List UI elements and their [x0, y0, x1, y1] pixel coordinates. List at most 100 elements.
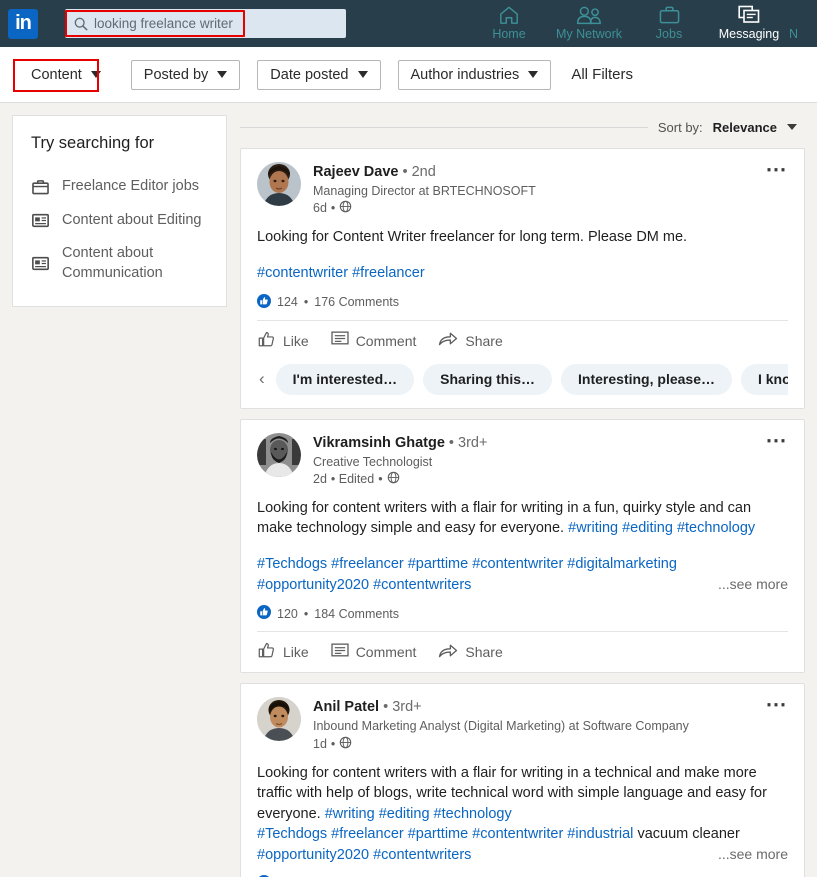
nav-item-messaging[interactable]: Messaging: [709, 3, 789, 41]
post-options-button[interactable]: ⋯: [766, 695, 789, 715]
counts-separator: •: [303, 295, 309, 310]
sort-row: Sort by: Relevance: [240, 115, 805, 139]
reply-suggestions: ‹ I'm interested… Sharing this… Interesting…: [257, 361, 788, 408]
sidebar-item-content-about-communication[interactable]: Content about Communication: [13, 237, 226, 290]
search-container: looking freelance writer: [65, 9, 346, 38]
share-button[interactable]: Share: [438, 331, 503, 350]
author-name-row: Anil Patel • 3rd+: [313, 698, 788, 716]
post-card: Anil Patel • 3rd+ Inbound Marketing Analy…: [240, 683, 805, 877]
thumbs-up-icon: [257, 641, 276, 663]
share-icon: [438, 331, 458, 350]
hashtag-link[interactable]: #writing #editing #technology: [568, 520, 755, 536]
filter-author-industries[interactable]: Author industries: [397, 59, 552, 90]
like-label: Like: [283, 644, 309, 661]
divider: [240, 126, 648, 128]
sort-by-value[interactable]: Relevance: [713, 120, 777, 135]
post-text: vacuum cleaner: [637, 826, 740, 843]
comment-button[interactable]: Comment: [331, 331, 417, 350]
article-icon: [31, 213, 49, 228]
top-navigation-bar: in looking freelance writer Home My Netw…: [0, 0, 817, 47]
author-headline: Managing Director at BRTECHNOSOFT: [313, 184, 536, 199]
reaction-count[interactable]: 120: [277, 607, 298, 621]
reply-suggestion-pill[interactable]: I'm interested…: [275, 363, 415, 395]
post-author-info: Rajeev Dave • 2nd Managing Director at BR…: [313, 162, 788, 216]
filter-posted-by[interactable]: Posted by: [130, 59, 241, 90]
nav-item-home[interactable]: Home: [469, 3, 549, 41]
filter-author-industries-label: Author industries: [410, 66, 520, 83]
post-actions: Like Comment Share: [257, 319, 788, 361]
nav-item-jobs[interactable]: Jobs: [629, 3, 709, 41]
filter-content[interactable]: Content: [18, 59, 114, 90]
post-options-button[interactable]: ⋯: [766, 430, 789, 450]
chevron-left-icon[interactable]: ‹: [257, 369, 267, 389]
post-author-info: Vikramsinh Ghatge • 3rd+ Creative Technol…: [313, 433, 788, 487]
filter-posted-by-label: Posted by: [143, 66, 209, 83]
search-input[interactable]: looking freelance writer: [65, 9, 346, 38]
linkedin-logo[interactable]: in: [8, 8, 38, 39]
post-paragraph: #Techdogs #freelancer #parttime #content…: [257, 824, 788, 865]
author-name-row: Rajeev Dave • 2nd: [313, 163, 788, 181]
post-card: Vikramsinh Ghatge • 3rd+ Creative Technol…: [240, 418, 805, 674]
social-counts: 120 • 184 Comments: [257, 605, 788, 631]
comment-button[interactable]: Comment: [331, 643, 416, 662]
hashtag-link[interactable]: #contentwriter #freelancer: [257, 265, 425, 281]
nav-item-messaging-label: Messaging: [718, 27, 780, 41]
briefcase-icon: [659, 3, 680, 26]
hashtag-link[interactable]: #Techdogs #freelancer #parttime #content…: [257, 556, 677, 593]
comment-icon: [331, 643, 349, 662]
avatar[interactable]: [257, 432, 301, 477]
post-list: Rajeev Dave • 2nd Managing Director at BR…: [240, 148, 805, 877]
post-edited-label: • Edited: [330, 471, 375, 486]
post-content: Looking for content writers with a flair…: [257, 498, 788, 595]
post-author-info: Anil Patel • 3rd+ Inbound Marketing Analy…: [313, 697, 788, 751]
nav-item-my-network[interactable]: My Network: [549, 3, 629, 41]
post-meta: 2d • Edited •: [313, 471, 788, 487]
briefcase-icon: [31, 179, 49, 195]
avatar[interactable]: [257, 697, 301, 742]
people-icon: [576, 3, 602, 26]
author-name-row: Vikramsinh Ghatge • 3rd+: [313, 434, 788, 452]
connection-degree: • 3rd+: [383, 699, 422, 716]
all-filters-button[interactable]: All Filters: [571, 66, 633, 83]
author-name[interactable]: Anil Patel: [313, 699, 379, 715]
meta-separator: •: [378, 471, 383, 486]
connection-degree: • 3rd+: [448, 434, 488, 451]
comment-count[interactable]: 176 Comments: [314, 295, 399, 309]
reply-suggestion-pill[interactable]: Sharing this…: [423, 363, 553, 395]
nav-item-home-label: Home: [492, 27, 526, 41]
like-button[interactable]: Like: [257, 330, 309, 352]
author-name[interactable]: Vikramsinh Ghatge: [313, 435, 445, 451]
post-paragraph: Looking for content writers with a flair…: [257, 498, 788, 539]
filter-date-posted[interactable]: Date posted: [257, 59, 381, 90]
post-content: Looking for content writers with a flair…: [257, 763, 788, 866]
like-button[interactable]: Like: [257, 641, 309, 663]
avatar[interactable]: [257, 162, 301, 206]
post-paragraph: #contentwriter #freelancer: [257, 263, 788, 284]
search-results-feed: Sort by: Relevance Rajeev Dave • 2nd Mana…: [240, 115, 805, 877]
share-button[interactable]: Share: [438, 643, 503, 662]
chevron-down-icon[interactable]: [787, 124, 797, 130]
try-searching-for-card: Try searching for Freelance Editor jobs …: [12, 115, 227, 308]
thumbs-up-icon: [257, 330, 276, 352]
hashtag-link[interactable]: #Techdogs #freelancer #parttime #content…: [257, 826, 637, 842]
share-icon: [438, 643, 458, 662]
reaction-icon: [257, 293, 271, 311]
comment-label: Comment: [355, 332, 417, 349]
nav-item-notifications[interactable]: N: [789, 3, 817, 41]
reply-suggestion-pill[interactable]: Interesting, please…: [561, 363, 732, 395]
post-options-button[interactable]: ⋯: [766, 159, 789, 179]
reply-suggestion-pill[interactable]: I know sor: [740, 363, 788, 395]
comment-count[interactable]: 184 Comments: [314, 607, 399, 621]
see-more-link[interactable]: ...see more: [718, 845, 788, 865]
hashtag-link[interactable]: #opportunity2020 #contentwriters: [257, 847, 471, 863]
sidebar-item-freelance-editor-jobs[interactable]: Freelance Editor jobs: [13, 170, 226, 204]
comment-icon: [331, 331, 349, 350]
sidebar-item-content-about-editing[interactable]: Content about Editing: [13, 204, 226, 238]
reaction-count[interactable]: 124: [277, 295, 298, 309]
see-more-link[interactable]: ...see more: [718, 575, 788, 595]
sidebar-title: Try searching for: [31, 134, 155, 152]
connection-degree: • 2nd: [402, 164, 436, 180]
author-name[interactable]: Rajeev Dave: [313, 164, 398, 180]
hashtag-link[interactable]: #writing #editing #technology: [325, 806, 512, 822]
sidebar-item-label: Content about Communication: [62, 245, 163, 281]
